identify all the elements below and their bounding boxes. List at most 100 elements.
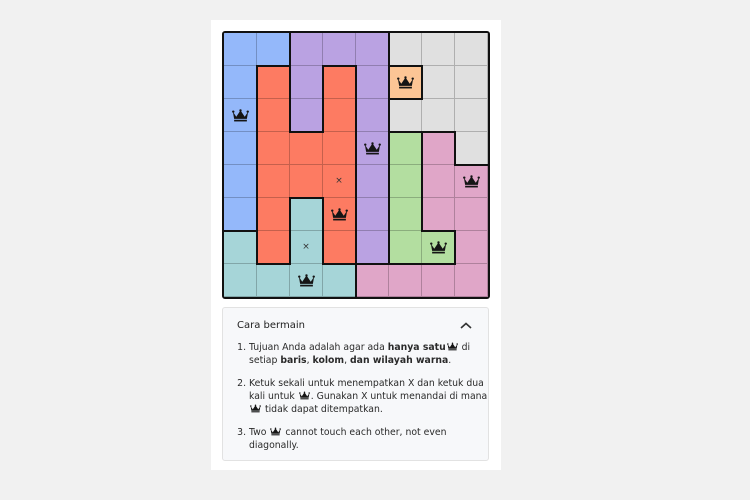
- x-mark: ×: [335, 175, 343, 186]
- region-border: [224, 230, 258, 232]
- board-cell[interactable]: [422, 66, 455, 99]
- region-border: [388, 33, 390, 67]
- board-cell[interactable]: [224, 264, 257, 297]
- region-border: [421, 131, 456, 133]
- board-cell[interactable]: [389, 198, 422, 231]
- how-to-play-panel: Cara bermain Tujuan Anda adalah agar ada…: [222, 307, 489, 461]
- board-cell[interactable]: [224, 165, 257, 198]
- region-border: [421, 131, 423, 166]
- board-cell[interactable]: [422, 231, 455, 264]
- board-cell[interactable]: [290, 66, 323, 99]
- board-cell[interactable]: [323, 132, 356, 165]
- board-cell[interactable]: [290, 132, 323, 165]
- region-border: [355, 263, 390, 265]
- board-cell[interactable]: [224, 66, 257, 99]
- region-border: [289, 33, 291, 67]
- board-cell[interactable]: [455, 165, 488, 198]
- board-cell[interactable]: [422, 198, 455, 231]
- board-cell[interactable]: [290, 198, 323, 231]
- region-border: [256, 164, 258, 199]
- board-cell[interactable]: [257, 33, 290, 66]
- crown-icon: [249, 404, 262, 415]
- board-cell[interactable]: [356, 264, 389, 297]
- chevron-up-icon[interactable]: [459, 321, 473, 331]
- region-border: [355, 197, 357, 232]
- board-cell[interactable]: [455, 66, 488, 99]
- board-cell[interactable]: [257, 264, 290, 297]
- region-border: [421, 263, 456, 265]
- board-cell[interactable]: [323, 231, 356, 264]
- board-cell[interactable]: [323, 66, 356, 99]
- region-border: [454, 131, 456, 166]
- board-cell[interactable]: [389, 132, 422, 165]
- board-cell[interactable]: [422, 264, 455, 297]
- region-border: [289, 98, 291, 133]
- board-cell[interactable]: [455, 198, 488, 231]
- region-border: [388, 98, 390, 133]
- board-cell[interactable]: [356, 66, 389, 99]
- region-border: [256, 230, 258, 265]
- rules-list: Tujuan Anda adalah agar ada hanya satu d…: [223, 341, 495, 462]
- board-cell[interactable]: [356, 231, 389, 264]
- board-cell[interactable]: [356, 165, 389, 198]
- board-cell[interactable]: [323, 99, 356, 132]
- region-border: [388, 65, 390, 100]
- region-border: [289, 197, 324, 199]
- board-cell[interactable]: [323, 33, 356, 66]
- region-border: [355, 263, 357, 297]
- region-border: [289, 230, 291, 265]
- region-border: [256, 263, 291, 265]
- board-cell[interactable]: [422, 33, 455, 66]
- board-cell[interactable]: [455, 231, 488, 264]
- board-cell[interactable]: [389, 33, 422, 66]
- crown-icon: [298, 391, 311, 402]
- board-cell[interactable]: [323, 264, 356, 297]
- region-border: [388, 65, 423, 67]
- region-border: [388, 230, 390, 265]
- board-cell[interactable]: [356, 198, 389, 231]
- board-cell[interactable]: [323, 198, 356, 231]
- region-border: [322, 230, 324, 265]
- board-cell[interactable]: [422, 99, 455, 132]
- region-border: [322, 197, 324, 232]
- board-cell[interactable]: [290, 33, 323, 66]
- board-cell[interactable]: [356, 132, 389, 165]
- board-cell[interactable]: [290, 165, 323, 198]
- board-cell[interactable]: [455, 99, 488, 132]
- region-border: [289, 197, 291, 232]
- board-cell[interactable]: [224, 132, 257, 165]
- board-cell[interactable]: [257, 132, 290, 165]
- board-cell[interactable]: [224, 198, 257, 231]
- board-cell[interactable]: [257, 66, 290, 99]
- crown-icon: [429, 240, 447, 254]
- board-cell[interactable]: [257, 165, 290, 198]
- board-cell[interactable]: [455, 264, 488, 297]
- board-cell[interactable]: [389, 264, 422, 297]
- region-border: [421, 65, 423, 100]
- board-cell[interactable]: [356, 33, 389, 66]
- board-cell[interactable]: [455, 132, 488, 165]
- region-border: [256, 65, 258, 100]
- board-cell[interactable]: [257, 231, 290, 264]
- region-border: [256, 98, 258, 133]
- board-cell[interactable]: [257, 99, 290, 132]
- board-cell[interactable]: [224, 231, 257, 264]
- board-cell[interactable]: [422, 165, 455, 198]
- board-cell[interactable]: ×: [290, 231, 323, 264]
- region-border: [355, 65, 357, 100]
- board-cell[interactable]: [356, 99, 389, 132]
- board-cell[interactable]: [257, 198, 290, 231]
- board-cell[interactable]: [224, 33, 257, 66]
- board-cell[interactable]: [290, 264, 323, 297]
- board-cell[interactable]: [389, 165, 422, 198]
- board-cell[interactable]: [290, 99, 323, 132]
- board-cell[interactable]: [422, 132, 455, 165]
- board-cell[interactable]: ×: [323, 165, 356, 198]
- board-cell[interactable]: [389, 66, 422, 99]
- board-cell[interactable]: [455, 33, 488, 66]
- board-cell[interactable]: [389, 99, 422, 132]
- board-cell[interactable]: [224, 99, 257, 132]
- board-cell[interactable]: [389, 231, 422, 264]
- region-border: [355, 98, 357, 133]
- region-border: [289, 65, 291, 100]
